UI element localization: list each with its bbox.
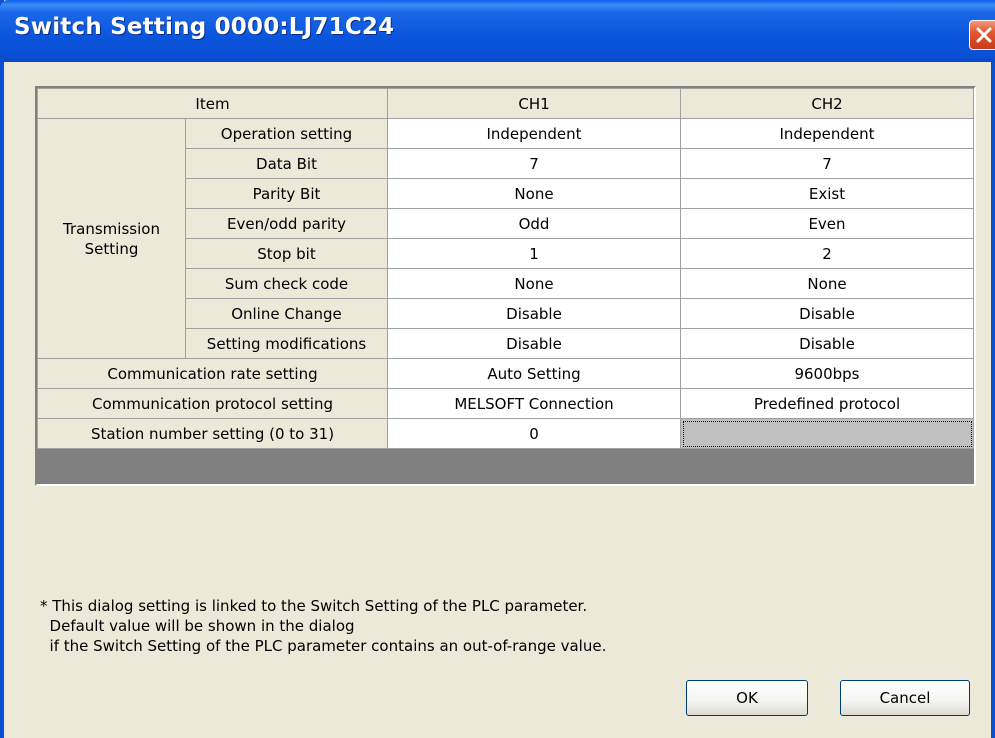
ch1-value-cell[interactable]: 1 (387, 238, 681, 269)
column-header-item: Item (37, 88, 388, 119)
title-bar[interactable]: Switch Setting 0000:LJ71C24 (0, 0, 995, 62)
ch2-value-cell[interactable]: 9600bps (680, 358, 974, 389)
ch2-value-cell[interactable]: Disable (680, 328, 974, 359)
row-label: Parity Bit (185, 178, 388, 209)
row-label: Even/odd parity (185, 208, 388, 239)
ok-button[interactable]: OK (686, 680, 808, 716)
ch2-value-cell[interactable]: 2 (680, 238, 974, 269)
ch1-value-cell[interactable]: None (387, 268, 681, 299)
ch1-value-cell[interactable]: Disable (387, 328, 681, 359)
row-label: Station number setting (0 to 31) (37, 418, 388, 449)
ch1-value-cell[interactable]: None (387, 178, 681, 209)
switch-setting-grid: Item CH1 CH2 Transmission Setting Operat… (35, 86, 976, 486)
table-row: Communication protocol setting MELSOFT C… (37, 388, 974, 419)
ch2-value-cell[interactable]: 7 (680, 148, 974, 179)
info-note: * This dialog setting is linked to the S… (40, 596, 606, 656)
switch-setting-dialog: Switch Setting 0000:LJ71C24 Item CH1 CH2 (0, 0, 995, 738)
note-line: * This dialog setting is linked to the S… (40, 597, 588, 615)
row-label: Communication rate setting (37, 358, 388, 389)
row-label: Data Bit (185, 148, 388, 179)
ch1-value-cell[interactable]: MELSOFT Connection (387, 388, 681, 419)
ch2-value-cell[interactable]: Independent (680, 118, 974, 149)
ch1-value-cell[interactable]: Disable (387, 298, 681, 329)
transmission-setting-label: Transmission Setting (63, 219, 160, 258)
note-line: if the Switch Setting of the PLC paramet… (40, 637, 607, 655)
note-line: Default value will be shown in the dialo… (40, 617, 355, 635)
row-label: Communication protocol setting (37, 388, 388, 419)
ch2-value-cell-disabled[interactable] (680, 418, 974, 449)
row-label: Operation setting (185, 118, 388, 149)
ch2-value-cell[interactable]: Predefined protocol (680, 388, 974, 419)
ch1-value-cell[interactable]: 7 (387, 148, 681, 179)
row-label: Sum check code (185, 268, 388, 299)
column-header-ch1: CH1 (387, 88, 681, 119)
table-row: Transmission Setting Operation setting I… (37, 118, 974, 359)
table-row: Station number setting (0 to 31) 0 (37, 418, 974, 449)
ch2-value-cell[interactable]: Exist (680, 178, 974, 209)
ch2-value-cell[interactable]: Disable (680, 298, 974, 329)
ch2-value-cell[interactable]: None (680, 268, 974, 299)
dialog-title: Switch Setting 0000:LJ71C24 (14, 14, 395, 40)
table-row: Communication rate setting Auto Setting … (37, 358, 974, 389)
row-label: Stop bit (185, 238, 388, 269)
grid-empty-area (37, 450, 973, 484)
ch1-value-cell[interactable]: Auto Setting (387, 358, 681, 389)
ch1-value-cell[interactable]: Odd (387, 208, 681, 239)
close-button[interactable] (969, 20, 995, 50)
column-header-ch2: CH2 (680, 88, 974, 119)
row-label: Online Change (185, 298, 388, 329)
ch1-value-cell[interactable]: Independent (387, 118, 681, 149)
cancel-button[interactable]: Cancel (840, 680, 970, 716)
close-icon (976, 27, 992, 43)
ch1-value-cell[interactable]: 0 (387, 418, 681, 449)
settings-table: Item CH1 CH2 Transmission Setting Operat… (37, 88, 974, 449)
ch2-value-cell[interactable]: Even (680, 208, 974, 239)
transmission-setting-group-label: Transmission Setting (37, 118, 186, 359)
row-label: Setting modifications (185, 328, 388, 359)
table-header-row: Item CH1 CH2 (37, 88, 974, 119)
